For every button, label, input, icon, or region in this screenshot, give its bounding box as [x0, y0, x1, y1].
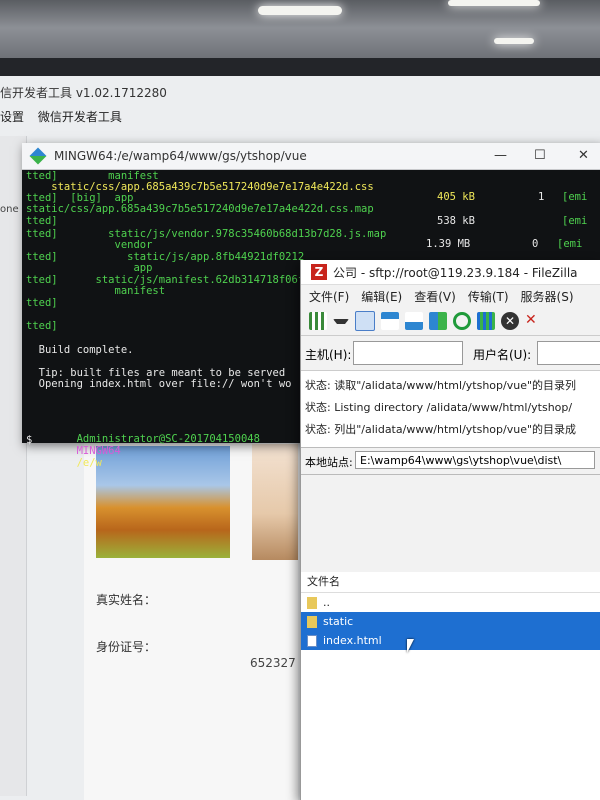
asset-size: 538 kB: [437, 215, 475, 227]
terminal-line: static/css/app.685a439c7b5e517240d9e7e17…: [26, 181, 374, 193]
terminal-line: app: [26, 262, 153, 274]
message-log[interactable]: 状态: 读取"/alidata/www/html/ytshop/vue"的目录列…: [301, 371, 600, 448]
real-name-label: 真实姓名：: [96, 593, 157, 607]
terminal-line: tted] static/js/manifest.62db314718f06f: [26, 274, 305, 286]
terminal-title: MINGW64:/e/wamp64/www/gs/ytshop/vue: [54, 149, 307, 163]
id-number-label: 身份证号：: [96, 640, 157, 654]
chevron-down-icon[interactable]: [333, 318, 349, 324]
filezilla-logo-icon: Z: [311, 264, 327, 280]
menu-view[interactable]: 查看(V): [414, 288, 456, 305]
quickconnect-bar: 主机(H): 用户名(U):: [301, 336, 600, 371]
folder-icon: [307, 596, 317, 609]
asset-emitted: [emi: [557, 238, 583, 250]
message-log-toggle-icon[interactable]: [355, 311, 375, 331]
terminal-line: tted] [big] app: [26, 192, 134, 204]
asset-emitted: [emi: [562, 191, 588, 203]
site-manager-icon[interactable]: [309, 312, 327, 330]
filter-icon[interactable]: [477, 312, 495, 330]
asset-chunk: 1: [538, 191, 545, 203]
mouse-cursor-icon: [407, 639, 414, 653]
menu-transfer[interactable]: 传输(T): [468, 288, 509, 305]
html-file-icon: [307, 634, 317, 647]
terminal-line: tted] static/js/app.8fb44921df0212: [26, 251, 305, 263]
asset-chunk: 0: [532, 238, 539, 250]
terminal-line: Tip: built files are meant to be served: [26, 367, 286, 379]
filezilla-menu: 文件(F) 编辑(E) 查看(V) 传输(T) 服务器(S): [301, 285, 600, 307]
file-name: ..: [323, 596, 330, 609]
monitor-screen: 信开发者工具 v1.02.1712280 设置 微信开发者工具 one 6 真实…: [0, 76, 600, 800]
file-row-index[interactable]: index.html: [301, 631, 600, 650]
file-row-parent[interactable]: ..: [301, 593, 600, 612]
filezilla-title: 公司 - sftp://root@119.23.9.184 - FileZill…: [333, 265, 578, 280]
shell-prompt: Administrator@SC-201704150048 MINGW64 /e…: [26, 421, 260, 481]
username-input[interactable]: [537, 341, 600, 365]
close-button[interactable]: ✕: [578, 148, 589, 163]
ceiling-light: [448, 0, 540, 6]
disconnect-icon[interactable]: ✕: [525, 312, 543, 330]
asset-size: 405 kB: [437, 191, 475, 203]
git-bash-icon: [29, 147, 47, 165]
terminal-line: tted] st: [26, 320, 317, 332]
maximize-button[interactable]: ☐: [534, 148, 546, 163]
username-label: 用户名(U):: [473, 348, 532, 362]
local-site-label: 本地站点:: [305, 456, 353, 469]
remote-tree-toggle-icon[interactable]: [405, 312, 423, 330]
transfer-queue-icon[interactable]: [429, 312, 447, 330]
asset-size: 1.39 MB: [426, 238, 471, 250]
host-label: 主机(H):: [305, 348, 352, 362]
devtools-menu: 设置 微信开发者工具: [0, 108, 132, 125]
terminal-line: tted] static/js/vendor.978c35460b68d13b7…: [26, 228, 387, 240]
file-row-static[interactable]: static: [301, 612, 600, 631]
minimize-button[interactable]: —: [494, 148, 507, 163]
ceiling-light: [258, 6, 342, 15]
prompt-symbol: $: [26, 434, 33, 446]
filezilla-titlebar[interactable]: Z 公司 - sftp://root@119.23.9.184 - FileZi…: [301, 260, 600, 285]
menu-edit[interactable]: 编辑(E): [361, 288, 402, 305]
file-name: index.html: [323, 634, 382, 647]
host-input[interactable]: [353, 341, 463, 365]
filezilla-window[interactable]: Z 公司 - sftp://root@119.23.9.184 - FileZi…: [300, 260, 600, 800]
terminal-titlebar[interactable]: MINGW64:/e/wamp64/www/gs/ytshop/vue — ☐ …: [22, 143, 600, 170]
terminal-line: Build complete.: [26, 344, 134, 356]
prompt-app: MINGW64: [76, 445, 121, 457]
log-line: 状态: 列出"/alidata/www/html/ytshop/vue"的目录成: [305, 423, 577, 436]
monitor-bezel: [0, 58, 600, 78]
devtools-title: 信开发者工具 v1.02.1712280: [0, 86, 167, 100]
folder-icon: [307, 615, 317, 628]
menu-settings[interactable]: 设置: [0, 110, 24, 124]
ceiling-light: [494, 38, 534, 44]
terminal-line: tted]: [26, 215, 58, 227]
terminal-line: Opening index.html over file:// won't wo: [26, 378, 292, 390]
terminal-line: tted] manifest: [26, 170, 159, 182]
refresh-icon[interactable]: [453, 312, 471, 330]
prompt-user: Administrator@SC-201704150048: [76, 433, 260, 445]
log-line: 状态: 读取"/alidata/www/html/ytshop/vue"的目录列: [305, 379, 577, 392]
terminal-line: tted]: [26, 297, 58, 309]
local-site-path-input[interactable]: E:\wamp64\www\gs\ytshop\vue\dist\: [355, 451, 595, 469]
id-number-value: 652327: [250, 656, 296, 670]
menu-devtools[interactable]: 微信开发者工具: [38, 110, 122, 124]
local-tree-toggle-icon[interactable]: [381, 312, 399, 330]
terminal-line: vendor: [26, 239, 153, 251]
local-site-bar: 本地站点: E:\wamp64\www\gs\ytshop\vue\dist\: [301, 448, 600, 475]
filename-column-header[interactable]: 文件名: [301, 572, 600, 593]
office-ceiling: [0, 0, 600, 62]
log-line: 状态: Listing directory /alidata/www/html/…: [305, 401, 573, 414]
prompt-path: /e/w: [76, 457, 102, 469]
filezilla-toolbar: ✕ ✕: [301, 307, 600, 336]
terminal-line: manifest: [26, 285, 166, 297]
terminal-line: static/css/app.685a439c7b5e517240d9e7e17…: [26, 203, 374, 215]
local-file-list[interactable]: 文件名 .. static index.html: [301, 572, 600, 800]
cancel-icon[interactable]: ✕: [501, 312, 519, 330]
menu-server[interactable]: 服务器(S): [521, 288, 574, 305]
file-name: static: [323, 615, 354, 628]
menu-file[interactable]: 文件(F): [309, 288, 349, 305]
asset-emitted: [emi: [562, 215, 588, 227]
